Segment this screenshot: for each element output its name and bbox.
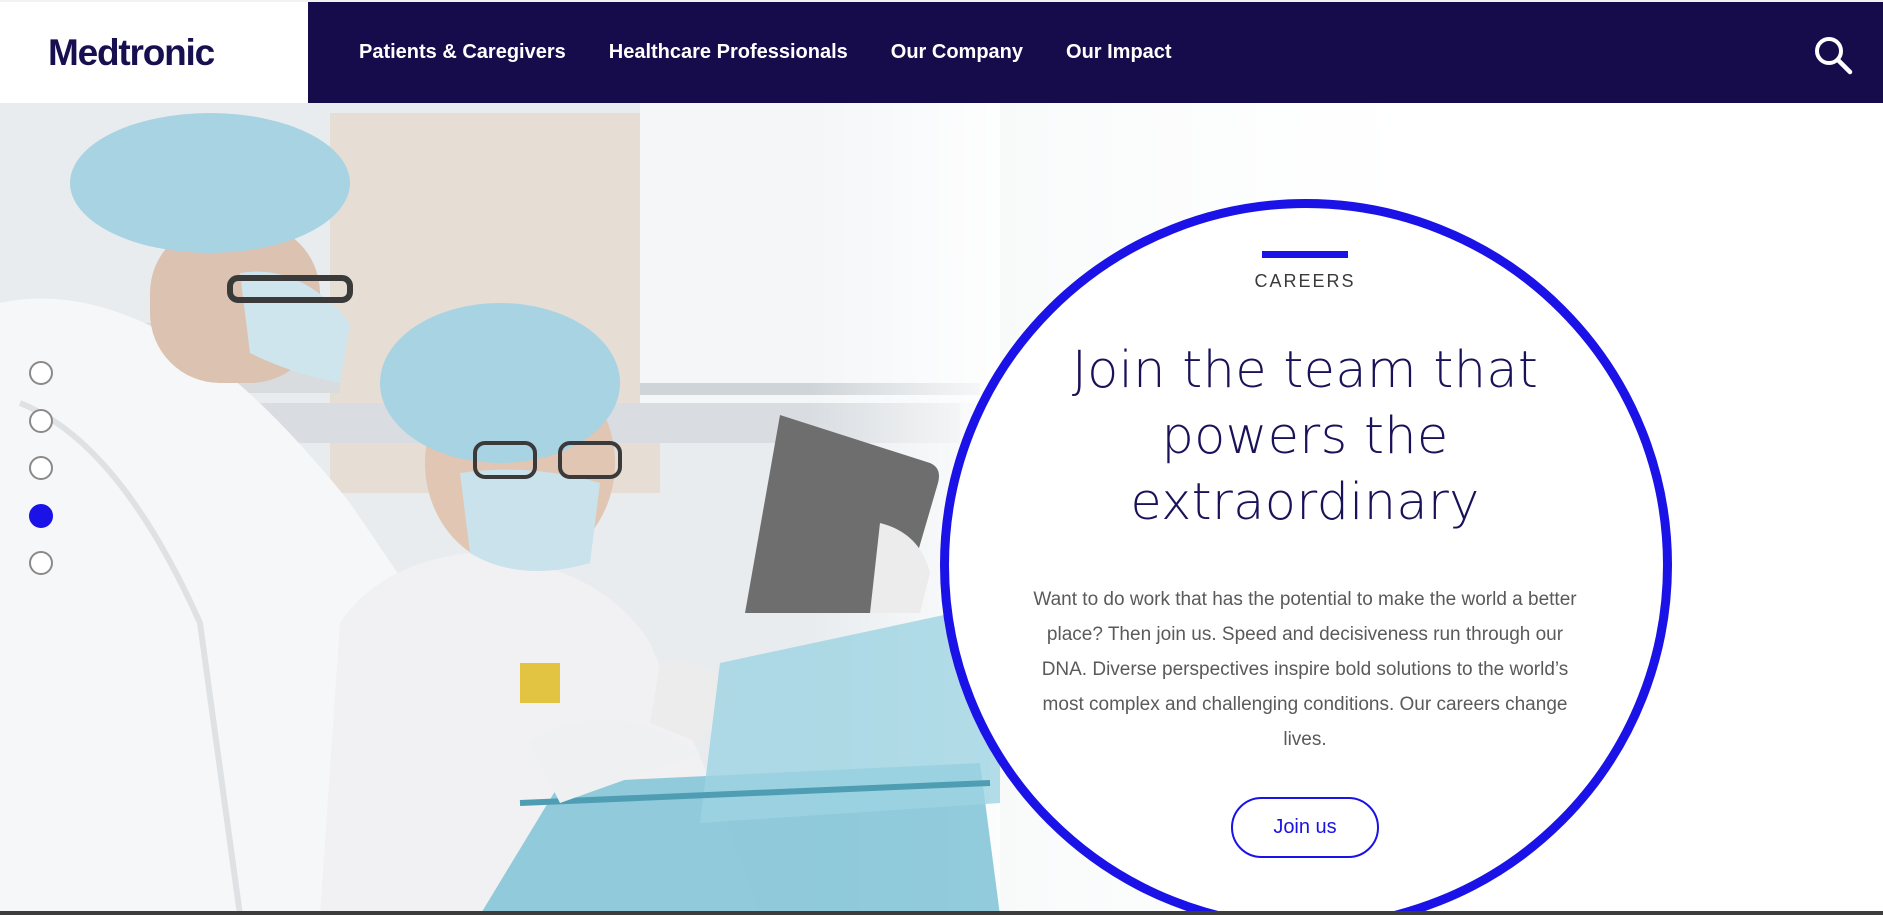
join-us-button[interactable]: Join us bbox=[1231, 797, 1379, 858]
headline-line: Join the team that bbox=[1071, 341, 1539, 400]
carousel-dot[interactable] bbox=[29, 456, 53, 480]
headline-line: extraordinary bbox=[1130, 473, 1480, 532]
carousel-dot-active[interactable] bbox=[29, 503, 53, 528]
nav-item-our-company[interactable]: Our Company bbox=[891, 41, 1023, 64]
carousel-dot[interactable] bbox=[29, 408, 53, 433]
carousel-dot[interactable] bbox=[29, 551, 53, 575]
accent-bar bbox=[1262, 251, 1348, 258]
carousel-dot[interactable] bbox=[29, 361, 53, 385]
nav-item-healthcare-professionals[interactable]: Healthcare Professionals bbox=[609, 41, 848, 64]
medtronic-logo[interactable]: Medtronic bbox=[48, 32, 215, 74]
hero-description: Want to do work that has the potential t… bbox=[1033, 589, 1577, 750]
nav-item-patients-caregivers[interactable]: Patients & Caregivers bbox=[359, 41, 566, 64]
nav-list: Patients & Caregivers Healthcare Profess… bbox=[359, 41, 1215, 64]
search-icon bbox=[1815, 37, 1853, 75]
section-eyebrow: CAREERS bbox=[1254, 271, 1356, 291]
bottom-divider bbox=[0, 911, 1883, 915]
search-button[interactable] bbox=[1813, 35, 1853, 75]
headline-line: powers the bbox=[1161, 407, 1449, 466]
hero-content: CAREERS Join the team that powers the ex… bbox=[1005, 251, 1605, 858]
nav-item-our-impact[interactable]: Our Impact bbox=[1066, 41, 1172, 64]
logo-container[interactable]: Medtronic bbox=[0, 2, 308, 103]
carousel-indicators bbox=[29, 361, 53, 599]
main-navigation: Patients & Caregivers Healthcare Profess… bbox=[308, 2, 1883, 103]
hero-headline: Join the team that powers the extraordin… bbox=[1005, 338, 1605, 536]
hero-section: CAREERS Join the team that powers the ex… bbox=[0, 103, 1883, 915]
site-header: Medtronic Patients & Caregivers Healthca… bbox=[0, 0, 1883, 103]
